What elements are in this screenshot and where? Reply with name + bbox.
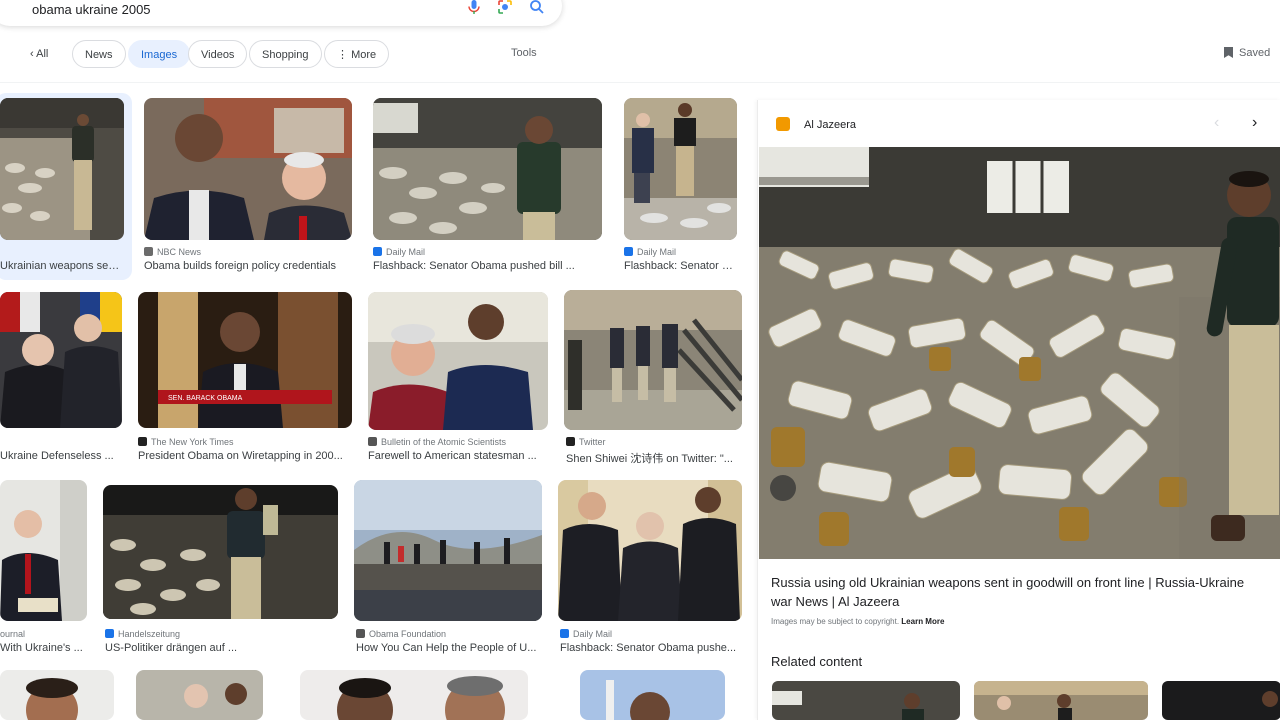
copyright-notice: Images may be subject to copyright. Lear… <box>771 617 945 626</box>
related-image[interactable] <box>772 681 960 720</box>
handelszeitung-icon <box>105 629 114 638</box>
preview-image[interactable] <box>759 147 1280 559</box>
image-preview-panel: Al Jazeera ‹ › Russia using old Ukrainia… <box>757 100 1280 720</box>
result-image <box>0 670 114 720</box>
lens-icon[interactable] <box>497 0 513 15</box>
result-image: SEN. BARACK OBAMA <box>138 292 352 428</box>
result-image <box>580 670 725 720</box>
nyt-icon <box>138 437 147 446</box>
nbc-news-icon <box>144 247 153 256</box>
more-vert-icon: ⋮ <box>337 49 352 61</box>
chip-images[interactable]: Images <box>128 40 191 68</box>
search-input[interactable]: obama ukraine 2005 <box>32 2 151 17</box>
result-image <box>354 480 542 621</box>
result-image <box>300 670 528 720</box>
result-image <box>103 485 338 619</box>
aljazeera-icon <box>776 117 790 131</box>
bookmark-icon <box>1224 47 1233 58</box>
related-image[interactable] <box>974 681 1148 720</box>
search-icon[interactable] <box>529 0 545 15</box>
tv-banner-text: SEN. BARACK OBAMA <box>168 395 243 402</box>
result-image <box>136 670 263 720</box>
panel-source[interactable]: Al Jazeera <box>776 117 856 131</box>
result-image <box>558 480 742 621</box>
daily-mail-icon <box>560 629 569 638</box>
twitter-icon <box>566 437 575 446</box>
result-image <box>624 98 737 240</box>
lens-search-button[interactable] <box>770 475 796 501</box>
search-box[interactable]: obama ukraine 2005 <box>0 0 562 26</box>
chip-all[interactable]: ‹ All <box>18 40 61 68</box>
result-image <box>0 292 122 428</box>
result-image <box>0 480 87 621</box>
chip-videos[interactable]: Videos <box>188 40 248 68</box>
result-image <box>0 98 124 240</box>
divider <box>0 82 1280 83</box>
result-image <box>144 98 352 240</box>
chip-shopping[interactable]: Shopping <box>249 40 322 68</box>
chevron-right-icon[interactable]: › <box>1252 114 1257 132</box>
saved-button[interactable]: Saved <box>1224 47 1270 59</box>
preview-title[interactable]: Russia using old Ukrainian weapons sent … <box>771 573 1251 611</box>
tools-button[interactable]: Tools <box>511 47 537 59</box>
learn-more-link[interactable]: Learn More <box>901 617 944 626</box>
microphone-icon[interactable] <box>466 0 482 15</box>
chevron-left-icon[interactable]: ‹ <box>1214 114 1219 132</box>
bulletin-icon <box>368 437 377 446</box>
related-image[interactable] <box>1162 681 1280 720</box>
obama-foundation-icon <box>356 629 365 638</box>
daily-mail-icon <box>624 247 633 256</box>
daily-mail-icon <box>373 247 382 256</box>
related-content-heading: Related content <box>771 654 863 669</box>
chip-more[interactable]: ⋮ More <box>324 40 390 68</box>
chip-news[interactable]: News <box>72 40 126 68</box>
result-image <box>368 292 548 430</box>
result-image <box>564 290 742 430</box>
result-image <box>373 98 602 240</box>
